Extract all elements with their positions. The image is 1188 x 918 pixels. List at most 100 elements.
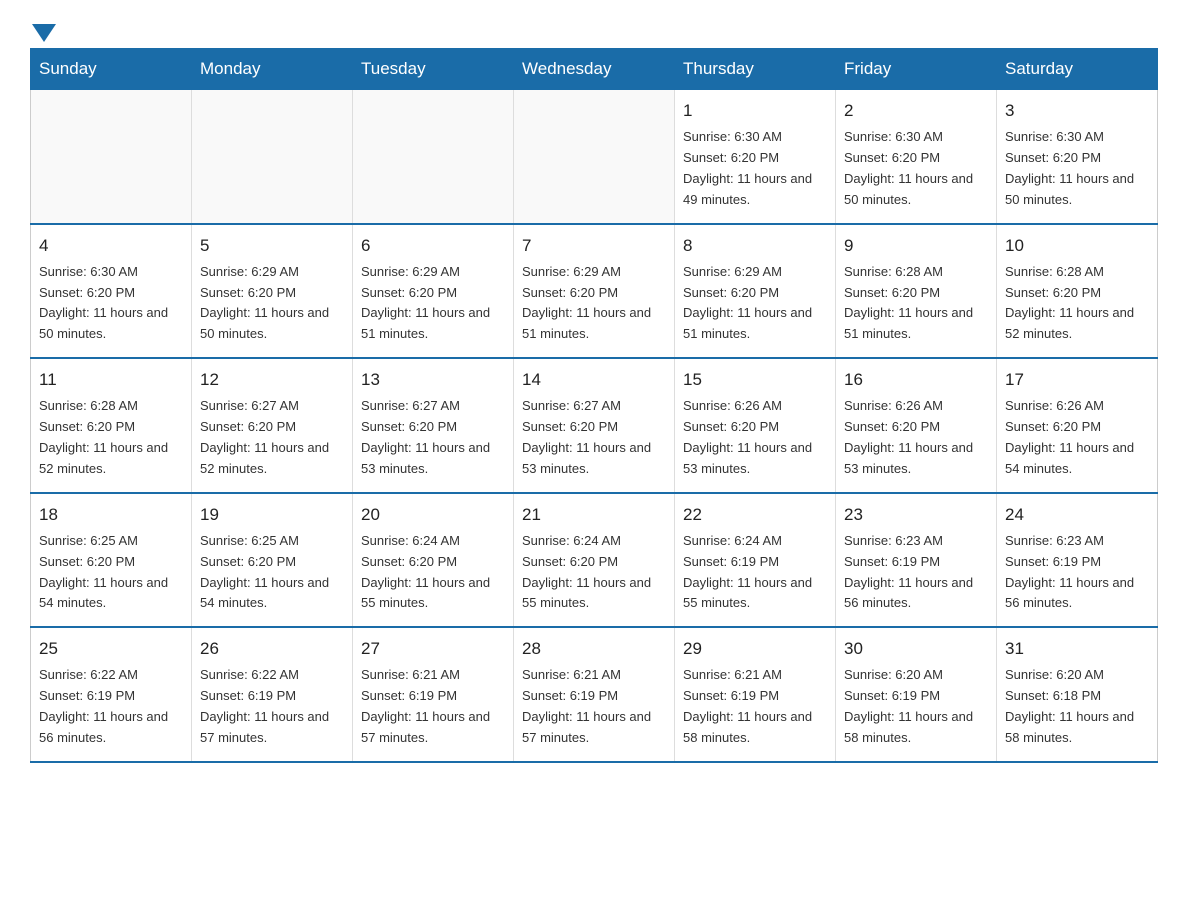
calendar-header-monday: Monday (192, 49, 353, 90)
day-info: Sunrise: 6:30 AMSunset: 6:20 PMDaylight:… (683, 127, 827, 210)
day-number: 25 (39, 636, 183, 662)
day-info: Sunrise: 6:28 AMSunset: 6:20 PMDaylight:… (844, 262, 988, 345)
day-info: Sunrise: 6:30 AMSunset: 6:20 PMDaylight:… (39, 262, 183, 345)
day-number: 29 (683, 636, 827, 662)
day-number: 4 (39, 233, 183, 259)
logo (30, 20, 56, 38)
day-info: Sunrise: 6:28 AMSunset: 6:20 PMDaylight:… (1005, 262, 1149, 345)
day-info: Sunrise: 6:26 AMSunset: 6:20 PMDaylight:… (683, 396, 827, 479)
calendar-header-row: SundayMondayTuesdayWednesdayThursdayFrid… (31, 49, 1158, 90)
day-info: Sunrise: 6:22 AMSunset: 6:19 PMDaylight:… (200, 665, 344, 748)
day-info: Sunrise: 6:22 AMSunset: 6:19 PMDaylight:… (39, 665, 183, 748)
day-number: 14 (522, 367, 666, 393)
day-number: 6 (361, 233, 505, 259)
day-number: 15 (683, 367, 827, 393)
calendar-day-cell: 17 Sunrise: 6:26 AMSunset: 6:20 PMDayligh… (997, 358, 1158, 493)
calendar-day-cell: 28 Sunrise: 6:21 AMSunset: 6:19 PMDayligh… (514, 627, 675, 762)
day-info: Sunrise: 6:29 AMSunset: 6:20 PMDaylight:… (683, 262, 827, 345)
calendar-header-sunday: Sunday (31, 49, 192, 90)
calendar-week-row: 1 Sunrise: 6:30 AMSunset: 6:20 PMDaylight… (31, 90, 1158, 224)
day-info: Sunrise: 6:20 AMSunset: 6:18 PMDaylight:… (1005, 665, 1149, 748)
day-info: Sunrise: 6:25 AMSunset: 6:20 PMDaylight:… (200, 531, 344, 614)
day-info: Sunrise: 6:24 AMSunset: 6:19 PMDaylight:… (683, 531, 827, 614)
day-number: 31 (1005, 636, 1149, 662)
calendar-header-wednesday: Wednesday (514, 49, 675, 90)
day-info: Sunrise: 6:29 AMSunset: 6:20 PMDaylight:… (361, 262, 505, 345)
day-number: 17 (1005, 367, 1149, 393)
day-number: 24 (1005, 502, 1149, 528)
calendar-day-cell (31, 90, 192, 224)
calendar-day-cell: 29 Sunrise: 6:21 AMSunset: 6:19 PMDayligh… (675, 627, 836, 762)
day-info: Sunrise: 6:24 AMSunset: 6:20 PMDaylight:… (522, 531, 666, 614)
day-number: 30 (844, 636, 988, 662)
calendar-day-cell: 9 Sunrise: 6:28 AMSunset: 6:20 PMDaylight… (836, 224, 997, 359)
calendar-day-cell: 30 Sunrise: 6:20 AMSunset: 6:19 PMDayligh… (836, 627, 997, 762)
day-number: 27 (361, 636, 505, 662)
day-info: Sunrise: 6:29 AMSunset: 6:20 PMDaylight:… (200, 262, 344, 345)
day-number: 7 (522, 233, 666, 259)
calendar-day-cell: 18Sunrise: 6:25 AMSunset: 6:20 PMDayligh… (31, 493, 192, 628)
day-number: 21 (522, 502, 666, 528)
day-number: 3 (1005, 98, 1149, 124)
calendar-day-cell: 3 Sunrise: 6:30 AMSunset: 6:20 PMDaylight… (997, 90, 1158, 224)
day-number: 12 (200, 367, 344, 393)
calendar-day-cell: 16Sunrise: 6:26 AMSunset: 6:20 PMDayligh… (836, 358, 997, 493)
day-info: Sunrise: 6:21 AMSunset: 6:19 PMDaylight:… (683, 665, 827, 748)
calendar-day-cell: 13 Sunrise: 6:27 AMSunset: 6:20 PMDayligh… (353, 358, 514, 493)
calendar-week-row: 4 Sunrise: 6:30 AMSunset: 6:20 PMDaylight… (31, 224, 1158, 359)
day-number: 13 (361, 367, 505, 393)
day-info: Sunrise: 6:23 AMSunset: 6:19 PMDaylight:… (1005, 531, 1149, 614)
calendar-day-cell (514, 90, 675, 224)
calendar-day-cell: 1 Sunrise: 6:30 AMSunset: 6:20 PMDaylight… (675, 90, 836, 224)
day-number: 26 (200, 636, 344, 662)
day-info: Sunrise: 6:21 AMSunset: 6:19 PMDaylight:… (522, 665, 666, 748)
day-number: 28 (522, 636, 666, 662)
day-info: Sunrise: 6:27 AMSunset: 6:20 PMDaylight:… (200, 396, 344, 479)
calendar-day-cell: 26 Sunrise: 6:22 AMSunset: 6:19 PMDayligh… (192, 627, 353, 762)
calendar-week-row: 11 Sunrise: 6:28 AMSunset: 6:20 PMDayligh… (31, 358, 1158, 493)
calendar-day-cell: 5Sunrise: 6:29 AMSunset: 6:20 PMDaylight… (192, 224, 353, 359)
day-number: 2 (844, 98, 988, 124)
day-number: 9 (844, 233, 988, 259)
day-info: Sunrise: 6:28 AMSunset: 6:20 PMDaylight:… (39, 396, 183, 479)
page-header (30, 20, 1158, 38)
calendar-day-cell: 27Sunrise: 6:21 AMSunset: 6:19 PMDayligh… (353, 627, 514, 762)
day-info: Sunrise: 6:26 AMSunset: 6:20 PMDaylight:… (844, 396, 988, 479)
calendar-day-cell: 2 Sunrise: 6:30 AMSunset: 6:20 PMDaylight… (836, 90, 997, 224)
day-number: 11 (39, 367, 183, 393)
calendar-day-cell (192, 90, 353, 224)
calendar-day-cell: 10 Sunrise: 6:28 AMSunset: 6:20 PMDayligh… (997, 224, 1158, 359)
day-number: 8 (683, 233, 827, 259)
calendar-day-cell: 25 Sunrise: 6:22 AMSunset: 6:19 PMDayligh… (31, 627, 192, 762)
calendar-day-cell: 21 Sunrise: 6:24 AMSunset: 6:20 PMDayligh… (514, 493, 675, 628)
calendar-day-cell: 24 Sunrise: 6:23 AMSunset: 6:19 PMDayligh… (997, 493, 1158, 628)
calendar-day-cell: 23 Sunrise: 6:23 AMSunset: 6:19 PMDayligh… (836, 493, 997, 628)
day-number: 20 (361, 502, 505, 528)
day-info: Sunrise: 6:26 AMSunset: 6:20 PMDaylight:… (1005, 396, 1149, 479)
calendar-table: SundayMondayTuesdayWednesdayThursdayFrid… (30, 48, 1158, 763)
day-number: 19 (200, 502, 344, 528)
calendar-week-row: 18 Sunrise: 6:25 AMSunset: 6:20 PMDayligh… (31, 493, 1158, 628)
day-info: Sunrise: 6:30 AMSunset: 6:20 PMDaylight:… (1005, 127, 1149, 210)
day-number: 18 (39, 502, 183, 528)
calendar-day-cell: 11 Sunrise: 6:28 AMSunset: 6:20 PMDayligh… (31, 358, 192, 493)
day-number: 10 (1005, 233, 1149, 259)
calendar-day-cell: 15 Sunrise: 6:26 AMSunset: 6:20 PMDayligh… (675, 358, 836, 493)
calendar-header-tuesday: Tuesday (353, 49, 514, 90)
calendar-day-cell: 4 Sunrise: 6:30 AMSunset: 6:20 PMDaylight… (31, 224, 192, 359)
day-info: Sunrise: 6:24 AMSunset: 6:20 PMDaylight:… (361, 531, 505, 614)
day-info: Sunrise: 6:30 AMSunset: 6:20 PMDaylight:… (844, 127, 988, 210)
day-number: 1 (683, 98, 827, 124)
calendar-day-cell: 22Sunrise: 6:24 AMSunset: 6:19 PMDayligh… (675, 493, 836, 628)
logo-triangle-icon (32, 24, 56, 42)
day-info: Sunrise: 6:27 AMSunset: 6:20 PMDaylight:… (361, 396, 505, 479)
calendar-day-cell: 8 Sunrise: 6:29 AMSunset: 6:20 PMDaylight… (675, 224, 836, 359)
calendar-day-cell (353, 90, 514, 224)
calendar-day-cell: 20 Sunrise: 6:24 AMSunset: 6:20 PMDayligh… (353, 493, 514, 628)
calendar-day-cell: 31 Sunrise: 6:20 AMSunset: 6:18 PMDayligh… (997, 627, 1158, 762)
day-info: Sunrise: 6:23 AMSunset: 6:19 PMDaylight:… (844, 531, 988, 614)
day-number: 23 (844, 502, 988, 528)
day-info: Sunrise: 6:20 AMSunset: 6:19 PMDaylight:… (844, 665, 988, 748)
day-info: Sunrise: 6:27 AMSunset: 6:20 PMDaylight:… (522, 396, 666, 479)
calendar-day-cell: 19 Sunrise: 6:25 AMSunset: 6:20 PMDayligh… (192, 493, 353, 628)
